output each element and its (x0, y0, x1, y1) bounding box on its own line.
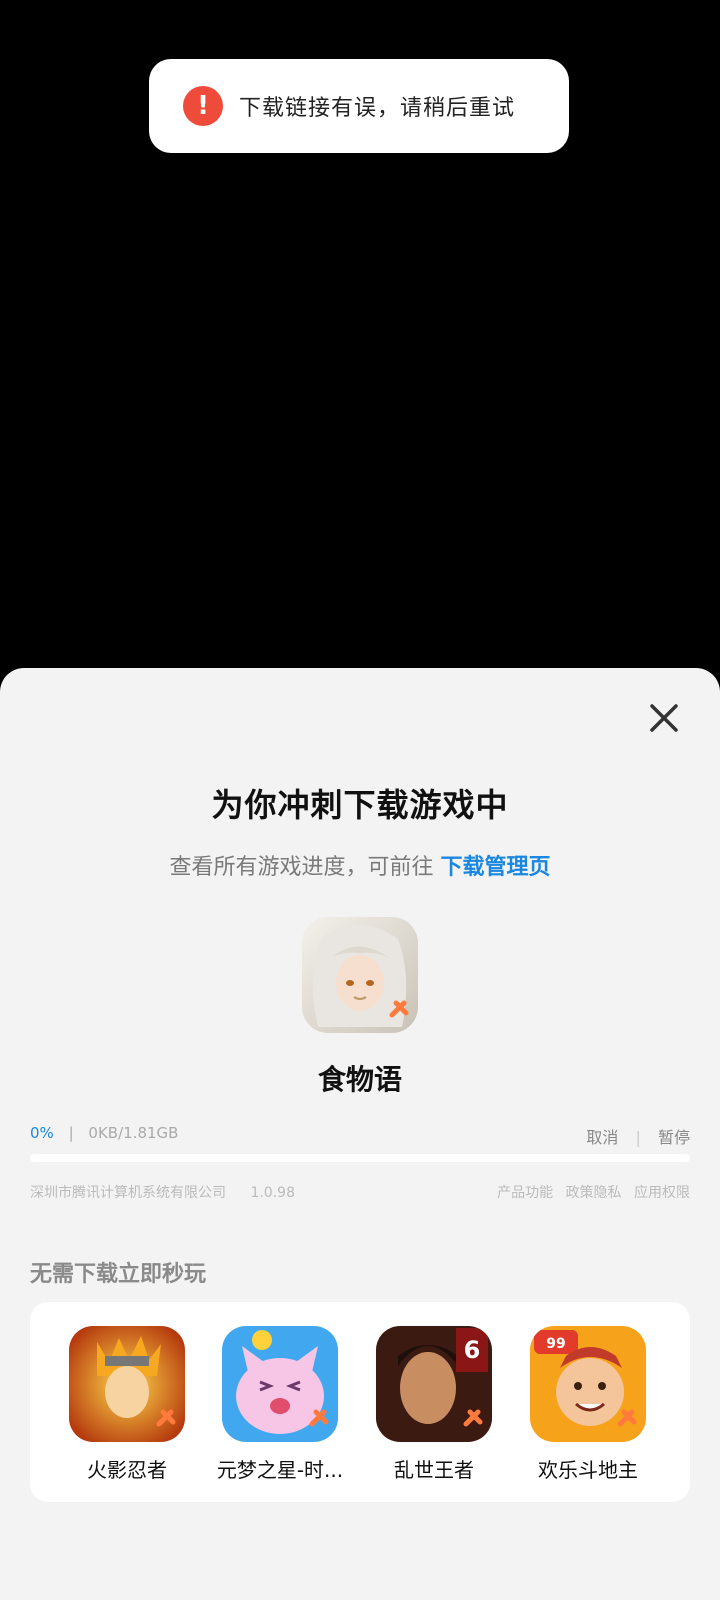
game-item[interactable]: 元梦之星-时... (205, 1326, 355, 1483)
game-icon-luanshi: 6 (376, 1326, 492, 1442)
game-icon-naruto (69, 1326, 185, 1442)
anniversary-badge: 6 (464, 1336, 481, 1364)
app-permissions-link[interactable]: 应用权限 (634, 1185, 690, 1201)
product-features-link[interactable]: 产品功能 (497, 1185, 553, 1201)
game-item[interactable]: 99 欢乐斗地主 (513, 1326, 663, 1483)
game-name: 欢乐斗地主 (538, 1458, 638, 1482)
progress-bar (30, 1154, 690, 1162)
privacy-policy-link[interactable]: 政策隐私 (566, 1185, 622, 1201)
badge-99: 99 (546, 1336, 565, 1352)
download-sheet: 为你冲刺下载游戏中 查看所有游戏进度，可前往 下载管理页 食物语 0% | 0K… (0, 668, 720, 1600)
pause-button[interactable]: 暂停 (658, 1128, 690, 1147)
toast-message: 下载链接有误，请稍后重试 (239, 96, 516, 121)
game-name: 乱世王者 (394, 1458, 474, 1482)
download-size: 0KB/1.81GB (88, 1124, 179, 1142)
game-name: 火影忍者 (87, 1458, 167, 1482)
cancel-button[interactable]: 取消 (586, 1128, 618, 1147)
app-name: 食物语 (317, 1063, 402, 1096)
actions-separator: | (635, 1128, 641, 1147)
progress-separator: | (68, 1124, 74, 1142)
error-toast: ! 下载链接有误，请稍后重试 (149, 59, 569, 153)
game-item[interactable]: 火影忍者 (52, 1326, 202, 1483)
download-manager-link[interactable]: 下载管理页 (440, 855, 550, 880)
progress-info: 0% | 0KB/1.81GB 取消 | 暂停 (30, 1124, 690, 1148)
game-item[interactable]: 6 乱世王者 (359, 1326, 509, 1483)
game-icon-doudizhu: 99 (530, 1326, 646, 1442)
game-icon-yuanmeng (222, 1326, 338, 1442)
subtitle-text: 查看所有游戏进度，可前往 (169, 855, 441, 880)
sheet-title: 为你冲刺下载游戏中 (211, 786, 509, 824)
instant-play-card: 火影忍者 元梦之星-时... 6 乱世王者 99 欢乐斗地主 (30, 1302, 690, 1502)
developer-name: 深圳市腾讯计算机系统有限公司 (30, 1185, 226, 1201)
close-icon[interactable] (644, 698, 684, 738)
app-icon (302, 917, 418, 1033)
sheet-subtitle: 查看所有游戏进度，可前往 下载管理页 (0, 849, 720, 881)
app-meta: 深圳市腾讯计算机系统有限公司 1.0.98 产品功能 政策隐私 应用权限 (30, 1182, 690, 1204)
game-name: 元梦之星-时... (216, 1458, 344, 1482)
app-version: 1.0.98 (250, 1185, 295, 1201)
section-title: 无需下载立即秒玩 (30, 1262, 207, 1287)
exclamation-icon: ! (183, 86, 223, 126)
progress-percent: 0% (30, 1124, 54, 1142)
